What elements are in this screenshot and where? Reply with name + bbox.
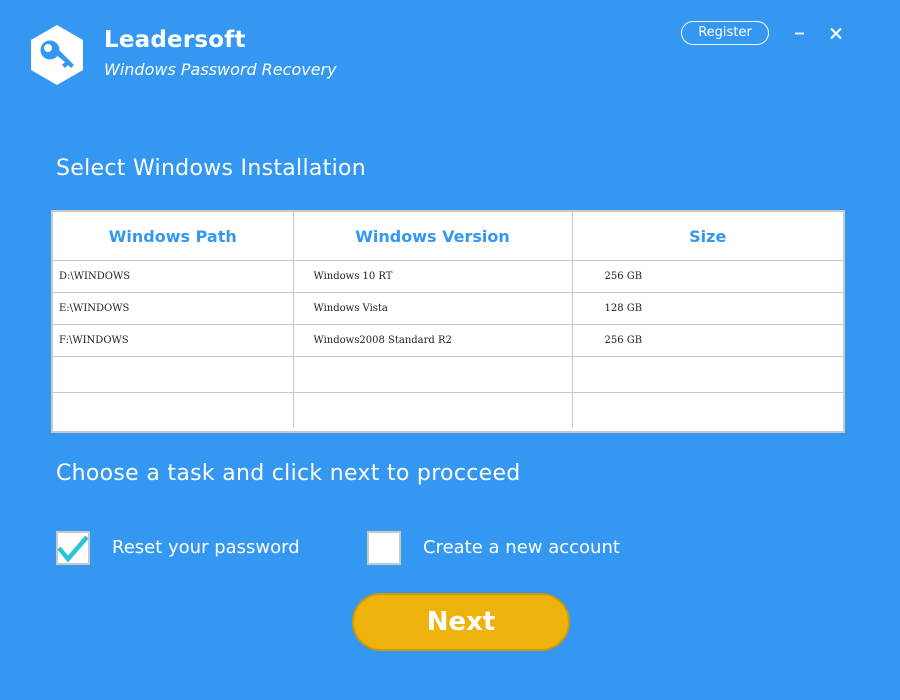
minimize-icon[interactable] (790, 23, 810, 43)
create-account-checkbox[interactable] (367, 531, 401, 565)
select-installation-title: Select Windows Installation (56, 156, 367, 181)
table-row[interactable]: F:\WINDOWS Windows2008 Standard R2 256 G… (53, 324, 843, 357)
table-row[interactable]: E:\WINDOWS Windows Vista 128 GB (53, 292, 843, 325)
close-icon[interactable] (826, 23, 846, 43)
app-window: Leadersoft Windows Password Recovery Reg… (0, 0, 900, 700)
cell-size: 128 GB (572, 292, 843, 325)
product-name: Windows Password Recovery (104, 60, 337, 79)
empty-table-row (53, 356, 843, 393)
cell-version: Windows2008 Standard R2 (293, 324, 573, 357)
cell-version: Windows 10 RT (293, 260, 573, 293)
table-row[interactable]: D:\WINDOWS Windows 10 RT 256 GB (53, 260, 843, 293)
cell-version: Windows Vista (293, 292, 573, 325)
cell-path: E:\WINDOWS (53, 292, 294, 325)
column-header-path[interactable]: Windows Path (53, 212, 294, 261)
reset-password-label: Reset your password (112, 537, 300, 558)
table-header-row: Windows Path Windows Version Size (53, 212, 843, 261)
installation-table: Windows Path Windows Version Size D:\WIN… (51, 210, 845, 433)
column-header-size[interactable]: Size (572, 212, 843, 261)
cell-path: F:\WINDOWS (53, 324, 294, 357)
cell-size: 256 GB (572, 324, 843, 357)
empty-table-row (53, 392, 843, 428)
create-account-label: Create a new account (423, 537, 620, 558)
key-icon (30, 24, 84, 86)
choose-task-title: Choose a task and click next to procceed (56, 461, 521, 486)
reset-password-checkbox[interactable] (56, 531, 90, 565)
cell-size: 256 GB (572, 260, 843, 293)
brand-name: Leadersoft (104, 27, 246, 53)
next-button[interactable]: Next (352, 593, 570, 651)
register-button[interactable]: Register (681, 21, 769, 45)
column-header-version[interactable]: Windows Version (293, 212, 573, 261)
cell-path: D:\WINDOWS (53, 260, 294, 293)
